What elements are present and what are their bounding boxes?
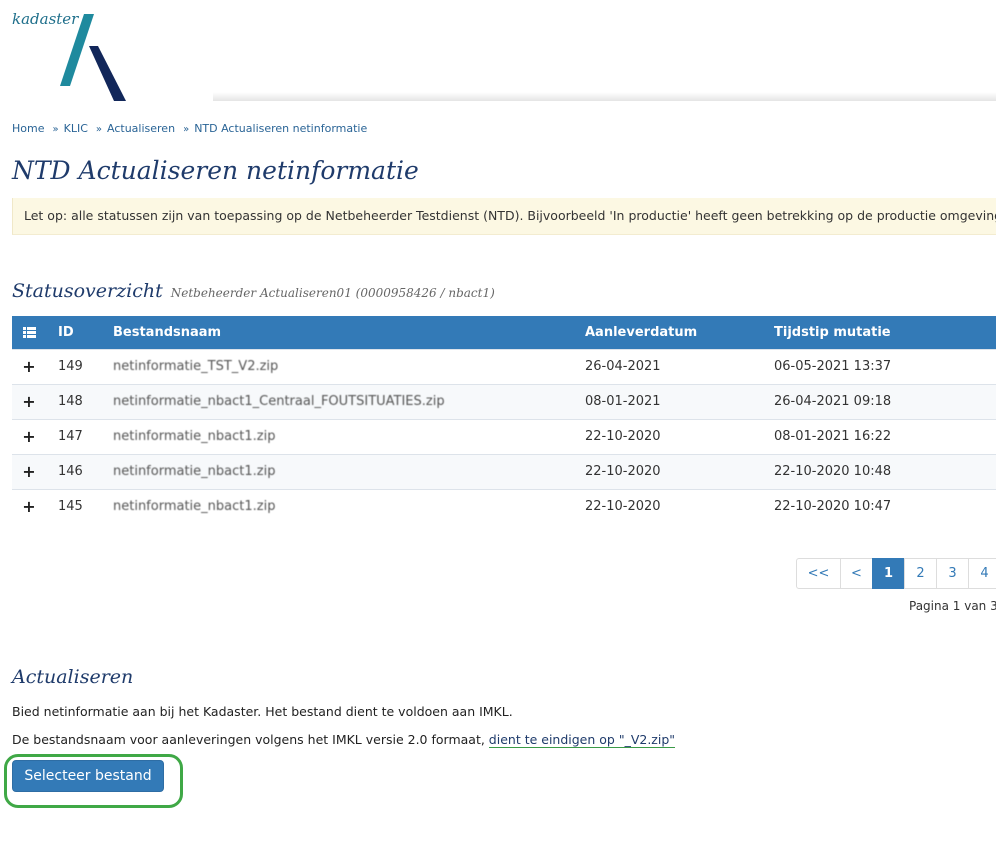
row-filename-text: netinformatie_nbact1.zip (113, 464, 276, 479)
breadcrumb: Home » KLIC » Actualiseren » NTD Actualiseren … (12, 122, 367, 135)
status-title: Statusoverzicht (12, 280, 163, 302)
column-header-name[interactable]: Bestandsnaam (113, 316, 585, 349)
page-title: NTD Actualiseren netinformatie (12, 156, 419, 185)
status-section-title: Statusoverzicht Netbeheerder Actualisere… (12, 280, 495, 302)
row-filename: netinformatie_nbact1.zip (113, 418, 585, 454)
row-filename: netinformatie_TST_V2.zip (113, 348, 585, 384)
status-subtitle: Netbeheerder Actualiseren01 (0000958426 … (170, 286, 495, 300)
row-id: 146 (46, 453, 113, 489)
table-row: + 149 netinformatie_TST_V2.zip 26-04-202… (12, 348, 996, 384)
breadcrumb-klic[interactable]: KLIC (64, 122, 88, 135)
row-filename: netinformatie_nbact1.zip (113, 488, 585, 524)
row-delivered: 08-01-2021 (585, 383, 774, 419)
table-row: + 148 netinformatie_nbact1_Centraal_FOUT… (12, 383, 996, 419)
column-header-delivered[interactable]: Aanleverdatum (585, 316, 774, 349)
table-header-row: ID Bestandsnaam Aanleverdatum Tijdstip m… (12, 316, 996, 349)
breadcrumb-separator-icon: » (183, 124, 190, 135)
row-id: 149 (46, 348, 113, 384)
breadcrumb-separator-icon: » (95, 124, 103, 135)
row-id: 148 (46, 383, 113, 419)
pagination-page-2[interactable]: 2 (904, 558, 937, 589)
row-id: 147 (46, 418, 113, 454)
row-delivered: 22-10-2020 (585, 418, 774, 454)
expand-icon[interactable]: + (12, 383, 46, 419)
status-table: ID Bestandsnaam Aanleverdatum Tijdstip m… (12, 316, 996, 524)
list-icon (22, 326, 36, 338)
notice-banner: Let op: alle statussen zijn van toepassi… (12, 198, 996, 235)
actualiseren-filename-note: De bestandsnaam voor aanleveringen volge… (12, 732, 676, 748)
breadcrumb-home[interactable]: Home (12, 122, 44, 135)
table-row: + 146 netinformatie_nbact1.zip 22-10-202… (12, 453, 996, 489)
row-filename-text: netinformatie_TST_V2.zip (113, 359, 279, 374)
select-file-button[interactable]: Selecteer bestand (12, 760, 164, 792)
row-mutation: 06-05-2021 13:37 (774, 348, 996, 384)
page-info: Pagina 1 van 3 (909, 599, 996, 613)
page-header: kadaster (0, 0, 996, 101)
row-filename-text: netinformatie_nbact1.zip (113, 429, 276, 444)
row-filename: netinformatie_nbact1_Centraal_FOUTSITUAT… (113, 383, 585, 419)
table-row: + 147 netinformatie_nbact1.zip 22-10-202… (12, 418, 996, 454)
pagination-page-4[interactable]: 4 (968, 558, 996, 589)
row-delivered: 22-10-2020 (585, 453, 774, 489)
row-filename-text: netinformatie_nbact1_Centraal_FOUTSITUAT… (113, 394, 445, 409)
filename-note-text: De bestandsnaam voor aanleveringen volge… (12, 732, 489, 747)
header-bar (213, 92, 996, 101)
pagination-page-3[interactable]: 3 (936, 558, 969, 589)
actualiseren-title: Actualiseren (12, 666, 134, 688)
pagination-page-1[interactable]: 1 (872, 558, 905, 589)
row-filename: netinformatie_nbact1.zip (113, 453, 585, 489)
expand-icon[interactable]: + (12, 418, 46, 454)
row-mutation: 22-10-2020 10:48 (774, 453, 996, 489)
actualiseren-description: Bied netinformatie aan bij het Kadaster.… (12, 704, 513, 719)
table-row: + 145 netinformatie_nbact1.zip 22-10-202… (12, 488, 996, 524)
pagination-prev-button[interactable]: < (840, 558, 873, 589)
expand-icon[interactable]: + (12, 348, 46, 384)
breadcrumb-separator-icon: » (52, 124, 59, 135)
row-mutation: 26-04-2021 09:18 (774, 383, 996, 419)
breadcrumb-actualiseren[interactable]: Actualiseren (107, 122, 175, 135)
expand-icon[interactable]: + (12, 488, 46, 524)
breadcrumb-current[interactable]: NTD Actualiseren netinformatie (194, 122, 367, 135)
row-filename-text: netinformatie_nbact1.zip (113, 499, 276, 515)
column-header-id[interactable]: ID (46, 316, 113, 349)
row-mutation: 22-10-2020 10:47 (774, 488, 996, 524)
column-toggle-header[interactable] (12, 316, 46, 349)
expand-icon[interactable]: + (12, 453, 46, 489)
row-delivered: 26-04-2021 (585, 348, 774, 384)
pagination: << < 1 2 3 4 (796, 558, 996, 589)
row-mutation: 08-01-2021 16:22 (774, 418, 996, 454)
kadaster-logo-icon (60, 14, 126, 101)
column-header-mutation[interactable]: Tijdstip mutatie (774, 316, 996, 349)
pagination-first-button[interactable]: << (796, 558, 841, 589)
filename-rule-link[interactable]: dient te eindigen op "_V2.zip" (488, 732, 676, 748)
row-id: 145 (46, 488, 113, 524)
row-delivered: 22-10-2020 (585, 488, 774, 524)
